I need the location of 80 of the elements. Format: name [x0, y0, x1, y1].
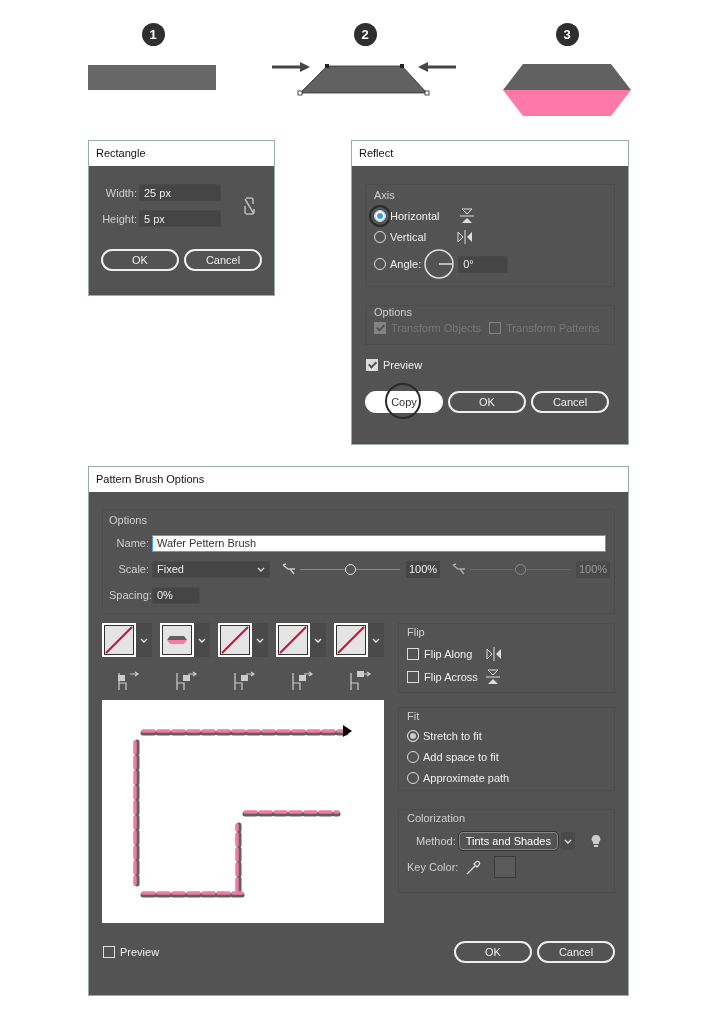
step-number-badge: 3 — [555, 23, 579, 46]
dropdown-caret[interactable] — [560, 832, 575, 850]
angle-dial[interactable] — [423, 248, 456, 280]
tile-swatch[interactable] — [160, 623, 194, 657]
group-legend: Flip — [407, 626, 606, 638]
step-number-badge: 2 — [353, 23, 377, 46]
checkbox[interactable] — [407, 670, 419, 683]
pressure-icon — [282, 563, 296, 575]
flip-across-icon — [486, 668, 500, 685]
flip-along-icon — [486, 646, 502, 661]
dialog-button[interactable]: Copy — [365, 391, 443, 413]
no-pattern-icon — [105, 626, 133, 654]
option-label: Horizontal — [390, 209, 441, 222]
field-label: Spacing: — [109, 589, 149, 601]
checkbox[interactable] — [366, 359, 378, 371]
left-arrow — [418, 62, 456, 72]
reflect-vertical-icon — [457, 230, 473, 245]
spacing-field[interactable]: 0% — [152, 586, 200, 604]
input-field[interactable]: 5 px — [139, 210, 221, 227]
step-number-badge: 1 — [141, 23, 165, 46]
name-field[interactable]: Wafer Pettern Brush — [152, 534, 606, 552]
pressure-icon — [452, 563, 466, 575]
no-pattern-icon — [337, 626, 365, 654]
checkbox[interactable] — [103, 946, 115, 958]
input-field[interactable]: 25 px — [139, 184, 221, 201]
method-dropdown[interactable]: Tints and Shades — [457, 831, 559, 851]
tile-position-icon — [348, 669, 372, 691]
dialog-button[interactable]: OK — [101, 249, 179, 271]
dialog-button[interactable]: Cancel — [537, 941, 615, 963]
group-legend: Fit — [407, 710, 606, 722]
checkbox-label: Flip Across — [424, 670, 479, 683]
tile-position-icon — [290, 669, 314, 691]
wafer-tile-icon — [167, 636, 187, 644]
scale-reading: 100% — [406, 560, 440, 578]
group-legend: Options — [374, 306, 606, 318]
no-pattern-icon — [221, 626, 249, 654]
tile-swatch[interactable] — [102, 623, 136, 657]
dialog-button[interactable]: OK — [448, 391, 526, 413]
no-pattern-icon — [279, 626, 307, 654]
group-legend: Options — [109, 514, 614, 526]
group-legend: Axis — [374, 189, 606, 201]
dialog-title: Rectangle — [89, 141, 274, 166]
option-label: Add space to fit — [423, 751, 499, 763]
dialog-title: Pattern Brush Options — [89, 467, 628, 492]
dialog-title: Reflect — [352, 141, 628, 166]
tile-position-icon — [116, 669, 140, 691]
tile-swatch[interactable] — [334, 623, 368, 657]
option-label: Angle: — [390, 258, 422, 270]
dialog-button[interactable]: Cancel — [531, 391, 609, 413]
unlinked-chain-icon[interactable] — [242, 195, 256, 216]
tile-position-icon — [232, 669, 256, 691]
field-label: Name: — [115, 537, 149, 549]
option-label: Vertical — [390, 231, 428, 244]
option-label: Approximate path — [423, 771, 510, 784]
field-label: Width: — [104, 186, 138, 199]
field-label: Method: — [416, 835, 456, 847]
checkbox[interactable] — [407, 647, 419, 660]
option-label: Stretch to fit — [423, 730, 482, 743]
checkbox-label: Preview — [120, 946, 160, 958]
eyedropper-icon[interactable] — [466, 859, 483, 875]
dialog-button[interactable]: Cancel — [184, 249, 262, 271]
scale-dropdown[interactable]: Fixed — [152, 560, 270, 578]
angle-field[interactable]: 0° — [458, 255, 509, 273]
field-label: Scale: — [117, 563, 149, 575]
group-legend: Colorization — [407, 812, 606, 824]
caret-icon — [257, 566, 265, 572]
scale-reading: 100% — [576, 560, 610, 578]
key-color-swatch[interactable] — [494, 856, 517, 878]
reflect-horizontal-icon — [460, 207, 474, 224]
dialog-button[interactable]: OK — [454, 941, 532, 963]
tile-swatch[interactable] — [218, 623, 252, 657]
field-label: Key Color: — [407, 861, 459, 873]
field-label: Height: — [101, 212, 138, 225]
radio-button[interactable] — [407, 730, 419, 743]
right-arrow — [272, 62, 310, 72]
lightbulb-icon[interactable] — [590, 834, 601, 848]
checkbox-label: Flip Along — [424, 647, 474, 660]
tile-swatch[interactable] — [276, 623, 310, 657]
tile-position-icon — [174, 669, 198, 691]
checkbox-label: Preview — [383, 359, 423, 371]
